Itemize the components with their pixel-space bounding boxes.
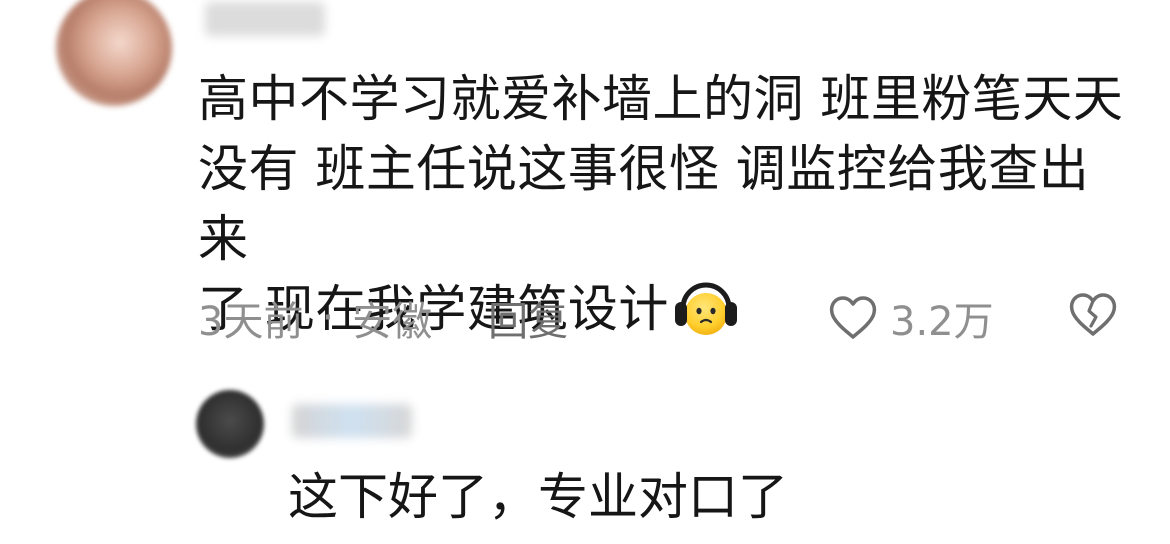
like-button[interactable]: 3.2万 bbox=[828, 288, 994, 348]
comment-location: 安徽 bbox=[352, 299, 433, 345]
avatar[interactable] bbox=[56, 0, 172, 106]
reply-avatar[interactable] bbox=[196, 390, 264, 458]
comment-meta: 3天前 · 安徽 回复 bbox=[198, 288, 568, 348]
reply-username-blurred[interactable] bbox=[292, 404, 412, 438]
comment-line: 高中不学习就爱补墙上的洞 班里粉笔天天 bbox=[198, 70, 1124, 128]
heart-outline-icon bbox=[829, 296, 877, 339]
broken-heart-icon[interactable] bbox=[1068, 292, 1118, 338]
like-count: 3.2万 bbox=[890, 299, 994, 345]
meta-separator: · bbox=[321, 295, 335, 341]
comment-thread: 高中不学习就爱补墙上的洞 班里粉笔天天 没有 班主任说这事很怪 调监控给我查出来… bbox=[0, 0, 1170, 544]
comment-time: 3天前 bbox=[198, 299, 304, 345]
reply-body: 这下好了，专业对口了 bbox=[288, 468, 788, 526]
username-blurred[interactable] bbox=[205, 2, 325, 36]
headphones-face-emoji-icon bbox=[674, 282, 737, 335]
reply-button[interactable]: 回复 bbox=[488, 289, 568, 347]
comment-line: 没有 班主任说这事很怪 调监控给我查出来 bbox=[198, 140, 1090, 268]
